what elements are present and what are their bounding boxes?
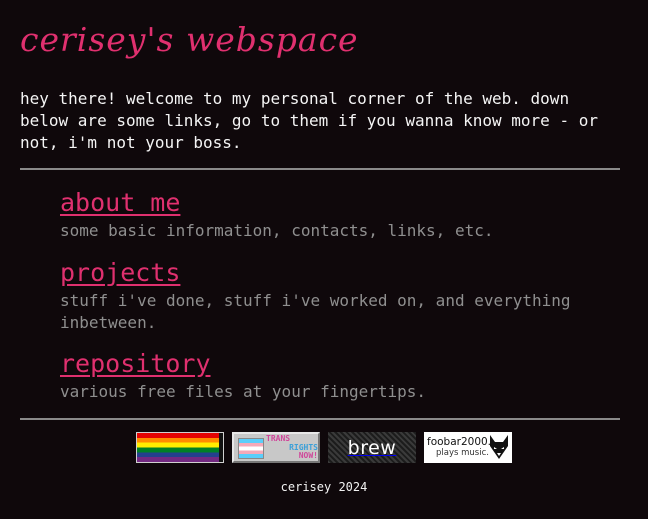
trans-rights-text: TRANS RIGHTS NOW! (266, 434, 318, 461)
nav-description-repository: various free files at your fingertips. (60, 382, 427, 401)
divider-bottom (20, 418, 620, 420)
brew-badge[interactable]: brew (328, 432, 416, 463)
trans-rights-line3: NOW! (298, 451, 318, 460)
nav-link-projects[interactable]: projects (60, 258, 180, 288)
nav-item-projects: projects stuff i've done, stuff i've wor… (60, 258, 620, 334)
trans-rights-badge[interactable]: TRANS RIGHTS NOW! (232, 432, 320, 463)
footer-text: cerisey 2024 (280, 480, 368, 494)
nav-item-repository: repository various free files at your fi… (60, 349, 620, 403)
intro-text: hey there! welcome to my personal corner… (20, 89, 598, 152)
brew-label: brew (347, 436, 397, 459)
nav-link-about-me[interactable]: about me (60, 188, 180, 218)
nav-link-repository[interactable]: repository (60, 349, 211, 379)
site-title: cerisey's webspace (20, 20, 359, 59)
nav-item-about: about me some basic information, contact… (60, 188, 620, 242)
nav-description-about: some basic information, contacts, links,… (60, 221, 494, 240)
nav-description-projects: stuff i've done, stuff i've worked on, a… (60, 291, 571, 332)
foobar2000-badge[interactable]: foobar2000. plays music. (424, 432, 512, 463)
foobar-name: foobar2000. (427, 436, 492, 448)
divider-top (20, 168, 620, 170)
foobar-fox-icon (490, 435, 508, 459)
badge-row: TRANS RIGHTS NOW! brew foobar2000. plays… (0, 432, 648, 463)
foobar-tagline: plays music. (436, 448, 489, 458)
pride-flag-icon[interactable] (136, 432, 224, 463)
trans-flag-icon (238, 438, 264, 459)
